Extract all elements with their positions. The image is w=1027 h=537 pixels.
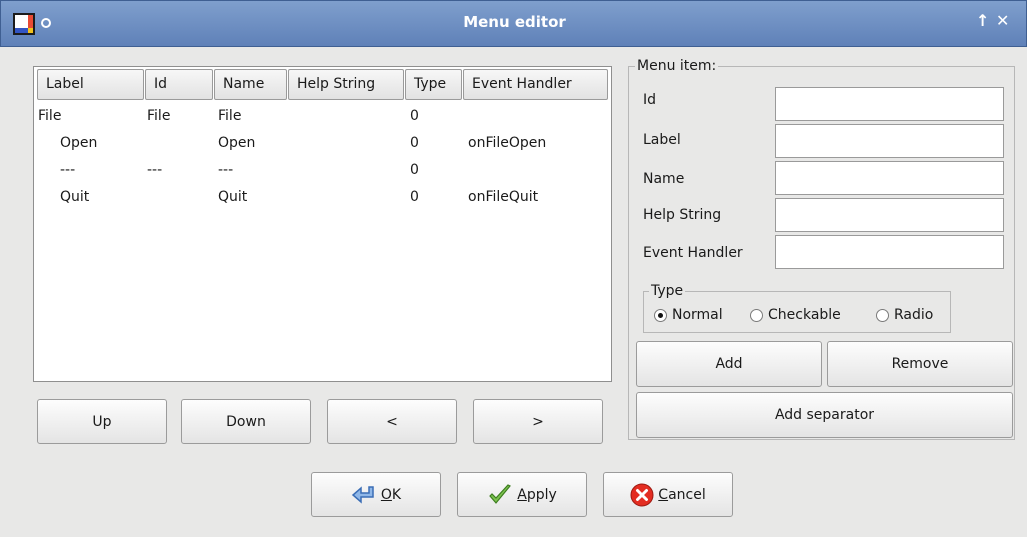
menu-item-group-title: Menu item: (635, 58, 719, 74)
label-field[interactable] (775, 124, 1004, 158)
menu-items-list[interactable]: Label Id Name Help String Type Event Han… (33, 66, 612, 382)
column-header-type[interactable]: Type (405, 69, 462, 100)
event-handler-label: Event Handler (643, 245, 743, 261)
row-separator-label[interactable]: --- (60, 162, 75, 178)
apply-mnemonic: A (517, 486, 527, 503)
up-button[interactable]: Up (37, 399, 167, 444)
row-quit-handler: onFileQuit (468, 189, 539, 205)
cancel-label: ancel (668, 486, 706, 503)
radio-checked-icon (654, 308, 667, 322)
down-button[interactable]: Down (181, 399, 311, 444)
apply-label: pply (526, 486, 557, 503)
apply-check-icon (489, 483, 512, 504)
radio-radio-label: Radio (894, 307, 934, 323)
title-bar: Menu editor ↑ ✕ (0, 0, 1027, 47)
row-quit-label[interactable]: Quit (60, 189, 89, 205)
radio-normal-label: Normal (672, 307, 723, 323)
help-string-field[interactable] (775, 198, 1004, 232)
ok-arrow-icon (351, 485, 374, 504)
row-quit-type: 0 (410, 189, 419, 205)
radio-unchecked-icon (876, 308, 889, 322)
window-title: Menu editor (463, 13, 566, 31)
remove-button[interactable]: Remove (827, 341, 1013, 387)
cancel-mnemonic: C (658, 486, 669, 503)
name-field[interactable] (775, 161, 1004, 195)
add-separator-button[interactable]: Add separator (636, 392, 1013, 438)
radio-checkable[interactable]: Checkable (750, 307, 841, 323)
close-icon[interactable]: ✕ (996, 11, 1009, 30)
radio-unchecked-icon (750, 308, 763, 322)
cancel-x-icon (630, 483, 654, 506)
name-label: Name (643, 171, 685, 187)
row-file-name: File (218, 108, 242, 124)
radio-radio[interactable]: Radio (876, 307, 933, 323)
column-header-label[interactable]: Label (37, 69, 144, 100)
ok-mnemonic: O (380, 486, 392, 503)
row-file-id: File (147, 108, 171, 124)
indent-button[interactable]: > (473, 399, 603, 444)
row-separator-id: --- (147, 162, 163, 178)
row-separator-name: --- (218, 162, 234, 178)
help-string-label: Help String (643, 207, 722, 223)
row-open-type: 0 (410, 135, 419, 151)
row-file-type: 0 (410, 108, 419, 124)
column-header-help-string[interactable]: Help String (288, 69, 404, 100)
cancel-button[interactable]: Cancel (603, 472, 733, 517)
ok-label: K (391, 486, 402, 503)
maximize-icon[interactable]: ↑ (976, 11, 989, 30)
radio-checkable-label: Checkable (768, 307, 841, 323)
column-header-name[interactable]: Name (214, 69, 287, 100)
add-button[interactable]: Add (636, 341, 822, 387)
outdent-button[interactable]: < (327, 399, 457, 444)
row-separator-type: 0 (410, 162, 419, 178)
row-open-name: Open (218, 135, 256, 151)
row-open-handler: onFileOpen (468, 135, 547, 151)
column-header-event-handler[interactable]: Event Handler (463, 69, 608, 100)
id-label: Id (643, 92, 657, 108)
radio-normal[interactable]: Normal (654, 307, 723, 323)
event-handler-field[interactable] (775, 235, 1004, 269)
row-quit-name: Quit (218, 189, 248, 205)
row-file-label[interactable]: File (38, 108, 61, 124)
ok-button[interactable]: OK (311, 472, 441, 517)
id-field[interactable] (775, 87, 1004, 121)
row-open-label[interactable]: Open (60, 135, 97, 151)
type-group-title: Type (649, 283, 686, 299)
column-header-id[interactable]: Id (145, 69, 213, 100)
label-label: Label (643, 132, 681, 148)
apply-button[interactable]: Apply (457, 472, 587, 517)
